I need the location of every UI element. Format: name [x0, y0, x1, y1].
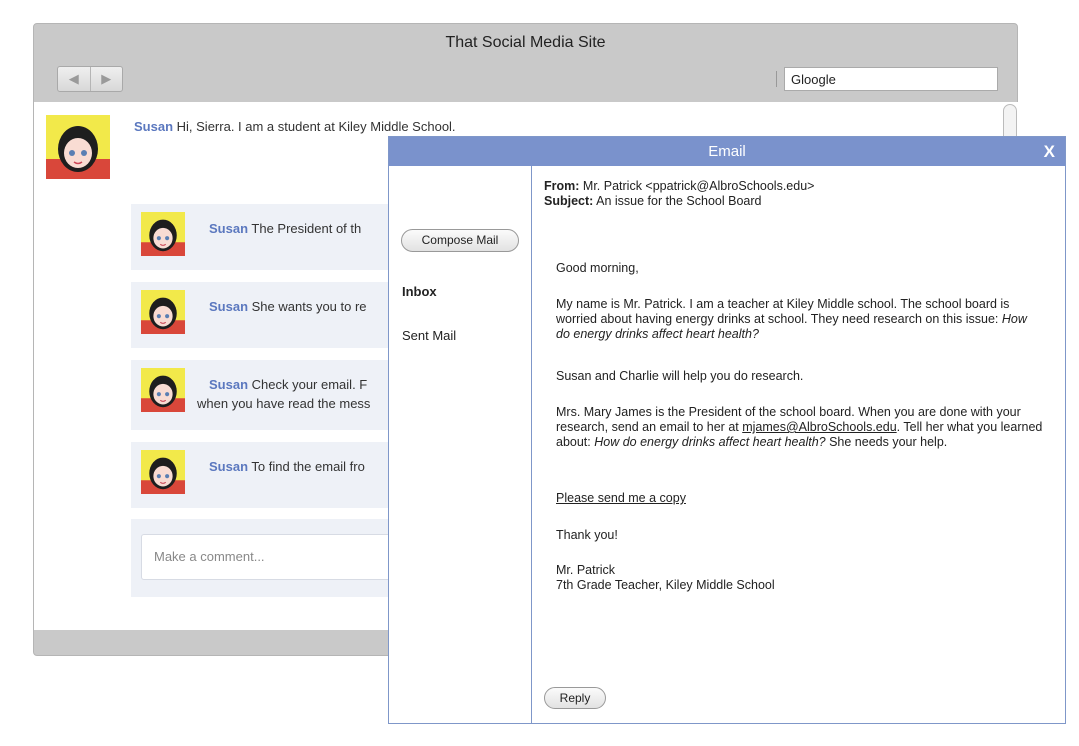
avatar: [141, 290, 185, 334]
from-label: From:: [544, 179, 580, 193]
close-icon[interactable]: X: [1044, 137, 1055, 166]
comment-text: Susan She wants you to re: [209, 299, 367, 314]
author-name[interactable]: Susan: [209, 221, 248, 236]
send-copy-link[interactable]: Please send me a copy: [556, 491, 756, 506]
comment-text-line2: when you have read the mess: [197, 396, 371, 411]
email-header: Email X: [389, 137, 1065, 166]
compose-mail-button[interactable]: Compose Mail: [401, 229, 519, 252]
girl-face-icon: [141, 368, 185, 412]
author-name[interactable]: Susan: [134, 119, 173, 134]
avatar: [46, 115, 110, 179]
paragraph-1: My name is Mr. Patrick. I am a teacher a…: [556, 297, 1044, 342]
email-link[interactable]: mjames@AlbroSchools.edu: [742, 420, 896, 434]
divider: [776, 71, 777, 87]
comment-input[interactable]: Make a comment...: [141, 534, 421, 580]
paragraph-2: Susan and Charlie will help you do resea…: [556, 369, 804, 383]
comment-item: Susan To find the email fro: [131, 442, 431, 508]
comment-body: To find the email fro: [251, 459, 365, 474]
nav-buttons: ◀ ▶: [57, 66, 123, 92]
comment-item: Susan Check your email. F when you have …: [131, 360, 431, 430]
girl-face-icon: [46, 115, 110, 179]
avatar: [141, 212, 185, 256]
search-input[interactable]: Gloogle: [784, 67, 998, 91]
comment-text: Susan To find the email fro: [209, 459, 365, 474]
comment-body: She wants you to re: [251, 299, 367, 314]
subject-value: An issue for the School Board: [596, 194, 762, 208]
author-name[interactable]: Susan: [209, 459, 248, 474]
comment-text: Susan The President of th: [209, 221, 361, 236]
from-line: From: Mr. Patrick <ppatrick@AlbroSchools…: [544, 179, 1044, 194]
subject-line: Subject: An issue for the School Board: [544, 194, 1044, 209]
subject-label: Subject:: [544, 194, 594, 208]
email-sidebar: Compose Mail Inbox Sent Mail: [389, 166, 532, 723]
email-dialog: Email X Compose Mail Inbox Sent Mail Fro…: [388, 136, 1066, 724]
signature-name: Mr. Patrick: [556, 563, 616, 577]
thanks: Thank you!: [556, 528, 618, 542]
author-name[interactable]: Susan: [209, 299, 248, 314]
paragraph-3: Mrs. Mary James is the President of the …: [556, 405, 1046, 450]
comment-body: The President of th: [251, 221, 362, 236]
girl-face-icon: [141, 450, 185, 494]
post-text: Susan Hi, Sierra. I am a student at Kile…: [134, 119, 456, 134]
paragraph-text: She needs your help.: [825, 435, 948, 449]
greeting: Good morning,: [556, 261, 639, 275]
reply-button[interactable]: Reply: [544, 687, 606, 709]
girl-face-icon: [141, 212, 185, 256]
comment-body: Check your email. F: [251, 377, 368, 392]
post-body: Hi, Sierra. I am a student at Kiley Midd…: [176, 119, 456, 134]
sidebar-item-inbox[interactable]: Inbox: [402, 284, 437, 299]
comment-item: Susan She wants you to re: [131, 282, 431, 348]
email-title: Email: [708, 143, 746, 160]
signature-title: 7th Grade Teacher, Kiley Middle School: [556, 578, 775, 592]
forward-arrow-icon[interactable]: ▶: [91, 67, 123, 91]
comment-composer: Make a comment...: [131, 519, 431, 597]
comment-item: Susan The President of th: [131, 204, 431, 270]
paragraph-question: How do energy drinks affect heart health…: [594, 435, 826, 449]
avatar: [141, 368, 185, 412]
avatar: [141, 450, 185, 494]
comment-text: Susan Check your email. F: [209, 377, 367, 392]
paragraph-text: My name is Mr. Patrick. I am a teacher a…: [556, 297, 1010, 326]
window-title: That Social Media Site: [445, 34, 606, 51]
author-name[interactable]: Susan: [209, 377, 248, 392]
back-arrow-icon[interactable]: ◀: [58, 67, 91, 91]
from-value: Mr. Patrick <ppatrick@AlbroSchools.edu>: [582, 179, 815, 193]
girl-face-icon: [141, 290, 185, 334]
sidebar-item-sent-mail[interactable]: Sent Mail: [402, 328, 456, 343]
